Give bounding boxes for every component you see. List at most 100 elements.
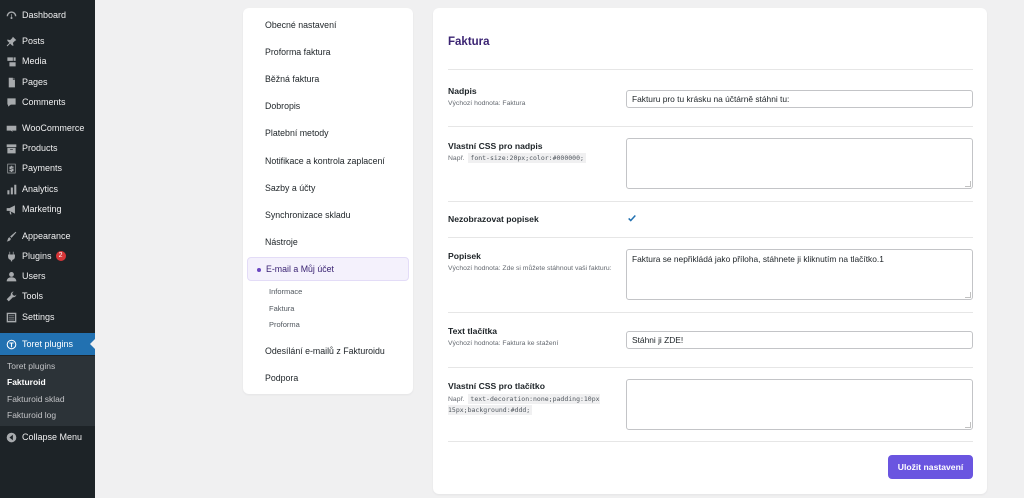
nav-sub-faktura[interactable]: Faktura: [269, 304, 294, 313]
divider: [448, 367, 973, 368]
archive-icon: [5, 142, 18, 155]
brush-icon: [5, 230, 18, 243]
active-pointer: [90, 339, 95, 349]
resize-handle[interactable]: [965, 422, 971, 428]
nadpis-input[interactable]: Fakturu pro tu krásku na účtárně stáhni …: [626, 90, 973, 108]
popisek-hint: Výchozí hodnota: Zde si můžete stáhnout …: [448, 265, 612, 272]
woo-icon: [5, 122, 18, 135]
bar-chart-icon: [5, 183, 18, 196]
nav-podpora[interactable]: Podpora: [265, 373, 298, 383]
menu-collapse[interactable]: Collapse Menu: [0, 427, 95, 447]
css-btn-textarea[interactable]: [626, 379, 973, 430]
nav-email-a-muj-ucet[interactable]: E-mail a Můj účet: [247, 257, 409, 281]
menu-tools[interactable]: Tools: [0, 286, 95, 306]
menu-appearance[interactable]: Appearance: [0, 226, 95, 246]
nav-odesilani-emailu[interactable]: Odesílání e-mailů z Fakturoidu: [265, 346, 385, 356]
nav-proforma-faktura[interactable]: Proforma faktura: [265, 47, 331, 57]
menu-pages[interactable]: Pages: [0, 72, 95, 92]
menu-label: Comments: [22, 97, 66, 107]
submenu-fakturoid-log[interactable]: Fakturoid log: [7, 410, 56, 420]
menu-products[interactable]: Products: [0, 138, 95, 158]
nav-obecne-nastaveni[interactable]: Obecné nastavení: [265, 20, 336, 30]
hint-prefix: Např.: [448, 155, 465, 162]
dashboard-icon: [5, 9, 18, 22]
divider: [448, 126, 973, 127]
menu-label: Appearance: [22, 231, 71, 241]
hide-desc-checkbox[interactable]: [627, 213, 637, 223]
submenu-toret-plugins[interactable]: Toret plugins: [7, 361, 55, 371]
divider: [448, 69, 973, 70]
menu-users[interactable]: Users: [0, 266, 95, 286]
menu-label: Pages: [22, 77, 48, 87]
wrench-icon: [5, 290, 18, 303]
menu-payments[interactable]: Payments: [0, 158, 95, 178]
nav-nastroje[interactable]: Nástroje: [265, 237, 298, 247]
btn-text-label: Text tlačítka: [448, 326, 498, 336]
menu-label: Users: [22, 271, 46, 281]
nav-dobropis[interactable]: Dobropis: [265, 101, 300, 111]
menu-media[interactable]: Media: [0, 51, 95, 71]
resize-handle[interactable]: [965, 181, 971, 187]
menu-label: Settings: [22, 312, 55, 322]
menu-woocommerce[interactable]: WooCommerce: [0, 118, 95, 138]
nav-notifikace[interactable]: Notifikace a kontrola zaplacení: [265, 156, 385, 166]
css-btn-hint: Např. text-decoration:none;padding:10px …: [448, 394, 623, 416]
popisek-label: Popisek: [448, 251, 481, 261]
nav-bezna-faktura[interactable]: Běžná faktura: [265, 74, 319, 84]
toret-submenu: Toret plugins Fakturoid Fakturoid sklad …: [0, 356, 95, 426]
divider: [448, 237, 973, 238]
menu-label: Toret plugins: [22, 339, 74, 349]
menu-plugins[interactable]: Plugins 2: [0, 246, 95, 266]
admin-sidebar: Dashboard Posts Media Pages Comments Woo…: [0, 0, 95, 498]
menu-comments[interactable]: Comments: [0, 92, 95, 112]
btn-text-input[interactable]: Stáhni ji ZDE!: [626, 331, 973, 349]
menu-label: Collapse Menu: [22, 432, 83, 442]
menu-analytics[interactable]: Analytics: [0, 179, 95, 199]
menu-label: Payments: [22, 163, 63, 173]
nav-synchronizace-skladu[interactable]: Synchronizace skladu: [265, 210, 351, 220]
popisek-textarea[interactable]: Faktura se nepřikládá jako příloha, stáh…: [626, 249, 973, 300]
css-nadpis-textarea[interactable]: [626, 138, 973, 189]
menu-label: Analytics: [22, 184, 59, 194]
nadpis-hint: Výchozí hodnota: Faktura: [448, 100, 526, 107]
menu-marketing[interactable]: Marketing: [0, 199, 95, 219]
plug-icon: [5, 250, 18, 263]
hint-code: font-size:20px;color:#000000;: [468, 153, 586, 163]
comment-icon: [5, 96, 18, 109]
menu-dashboard[interactable]: Dashboard: [0, 5, 95, 25]
nav-sub-informace[interactable]: Informace: [269, 287, 302, 296]
nav-platebni-metody[interactable]: Platební metody: [265, 128, 329, 138]
css-nadpis-hint: Např. font-size:20px;color:#000000;: [448, 153, 586, 163]
menu-label: WooCommerce: [22, 123, 85, 133]
page-icon: [5, 76, 18, 89]
active-dot: [257, 268, 261, 272]
hide-desc-label: Nezobrazovat popisek: [448, 214, 539, 224]
menu-label: Media: [22, 56, 47, 66]
popisek-value: Faktura se nepřikládá jako příloha, stáh…: [632, 254, 884, 264]
menu-label: Dashboard: [22, 10, 67, 20]
plugins-update-badge: 2: [55, 251, 66, 261]
menu-label: Marketing: [22, 204, 62, 214]
save-settings-button[interactable]: Uložit nastavení: [888, 455, 973, 479]
nav-sub-proforma[interactable]: Proforma: [269, 320, 300, 329]
sliders-icon: [5, 311, 18, 324]
nav-sazby-a-ucty[interactable]: Sazby a účty: [265, 183, 315, 193]
nav-active-label: E-mail a Můj účet: [266, 264, 334, 274]
user-icon: [5, 270, 18, 283]
menu-label: Posts: [22, 36, 45, 46]
submenu-fakturoid-sklad[interactable]: Fakturoid sklad: [7, 394, 65, 404]
nadpis-label: Nadpis: [448, 86, 477, 96]
settings-form-card: Faktura Nadpis Výchozí hodnota: Faktura …: [433, 8, 987, 494]
hint-prefix: Např.: [448, 396, 465, 403]
checkmark-icon: [628, 214, 636, 222]
btn-text-hint: Výchozí hodnota: Faktura ke stažení: [448, 340, 559, 347]
collapse-icon: [5, 431, 18, 444]
resize-handle[interactable]: [965, 292, 971, 298]
menu-label: Plugins: [22, 251, 52, 261]
css-nadpis-label: Vlastní CSS pro nadpis: [448, 141, 543, 151]
menu-settings[interactable]: Settings: [0, 307, 95, 327]
submenu-fakturoid[interactable]: Fakturoid: [7, 377, 46, 387]
menu-toret-plugins[interactable]: Toret plugins: [0, 333, 95, 355]
menu-posts[interactable]: Posts: [0, 31, 95, 51]
divider: [448, 201, 973, 202]
